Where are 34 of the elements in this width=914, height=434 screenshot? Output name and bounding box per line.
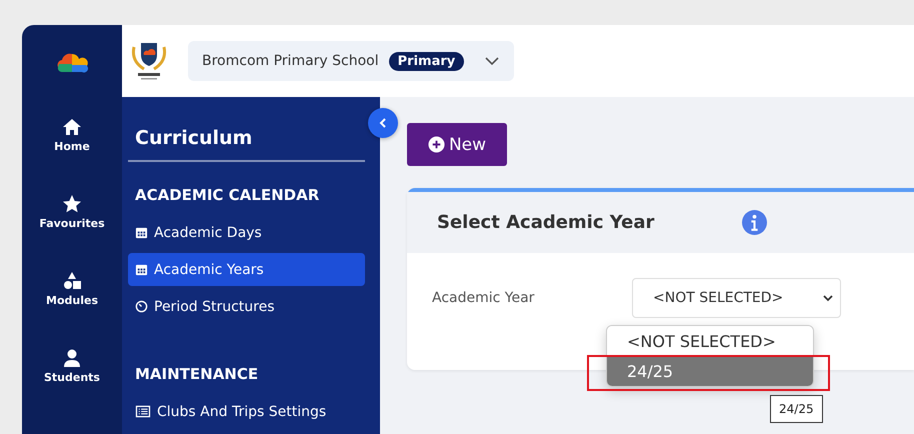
rail-nav-item[interactable]: Home — [54, 117, 90, 194]
rail-nav-item[interactable]: Students — [44, 348, 100, 425]
school-type-badge: Primary — [388, 52, 464, 70]
card-title: Select Academic Year — [437, 212, 654, 233]
side-menu-item[interactable]: Academic Years — [128, 253, 365, 286]
side-menu-item[interactable]: Period Structures — [128, 290, 365, 323]
timer-icon — [135, 300, 148, 313]
new-button[interactable]: New — [407, 123, 507, 166]
section-heading: ACADEMIC CALENDAR — [134, 186, 320, 204]
dropdown-option[interactable]: <NOT SELECTED> — [607, 326, 813, 356]
star-icon — [62, 194, 82, 214]
collapse-button[interactable] — [368, 108, 398, 138]
rail-nav-item[interactable]: Favourites — [39, 194, 105, 271]
panel-title: Curriculum — [128, 127, 365, 162]
rail-nav-item[interactable]: Modules — [46, 271, 98, 348]
field-label: Academic Year — [432, 290, 536, 306]
chevron-down-icon — [484, 56, 500, 66]
academic-year-select[interactable]: <NOT SELECTED> — [632, 278, 841, 318]
person-icon — [62, 348, 82, 368]
dropdown-option[interactable]: 24/25 — [607, 356, 813, 386]
value-tooltip: 24/25 — [770, 395, 823, 423]
calendar-icon — [135, 263, 148, 276]
info-icon — [742, 210, 768, 235]
chevron-left-icon — [378, 117, 388, 129]
chevron-down-icon — [822, 294, 834, 302]
school-selector[interactable]: Bromcom Primary School Primary — [188, 41, 514, 81]
calendar-icon — [135, 226, 148, 239]
side-menu-item[interactable]: Clubs And Trips Settings — [128, 395, 365, 428]
plus-circle-icon — [428, 136, 445, 153]
home-icon — [62, 117, 82, 137]
list-icon — [135, 405, 151, 418]
side-menu-item[interactable]: Academic Days — [128, 216, 365, 249]
shapes-icon — [62, 271, 82, 291]
section-heading: MAINTENANCE — [134, 365, 260, 383]
